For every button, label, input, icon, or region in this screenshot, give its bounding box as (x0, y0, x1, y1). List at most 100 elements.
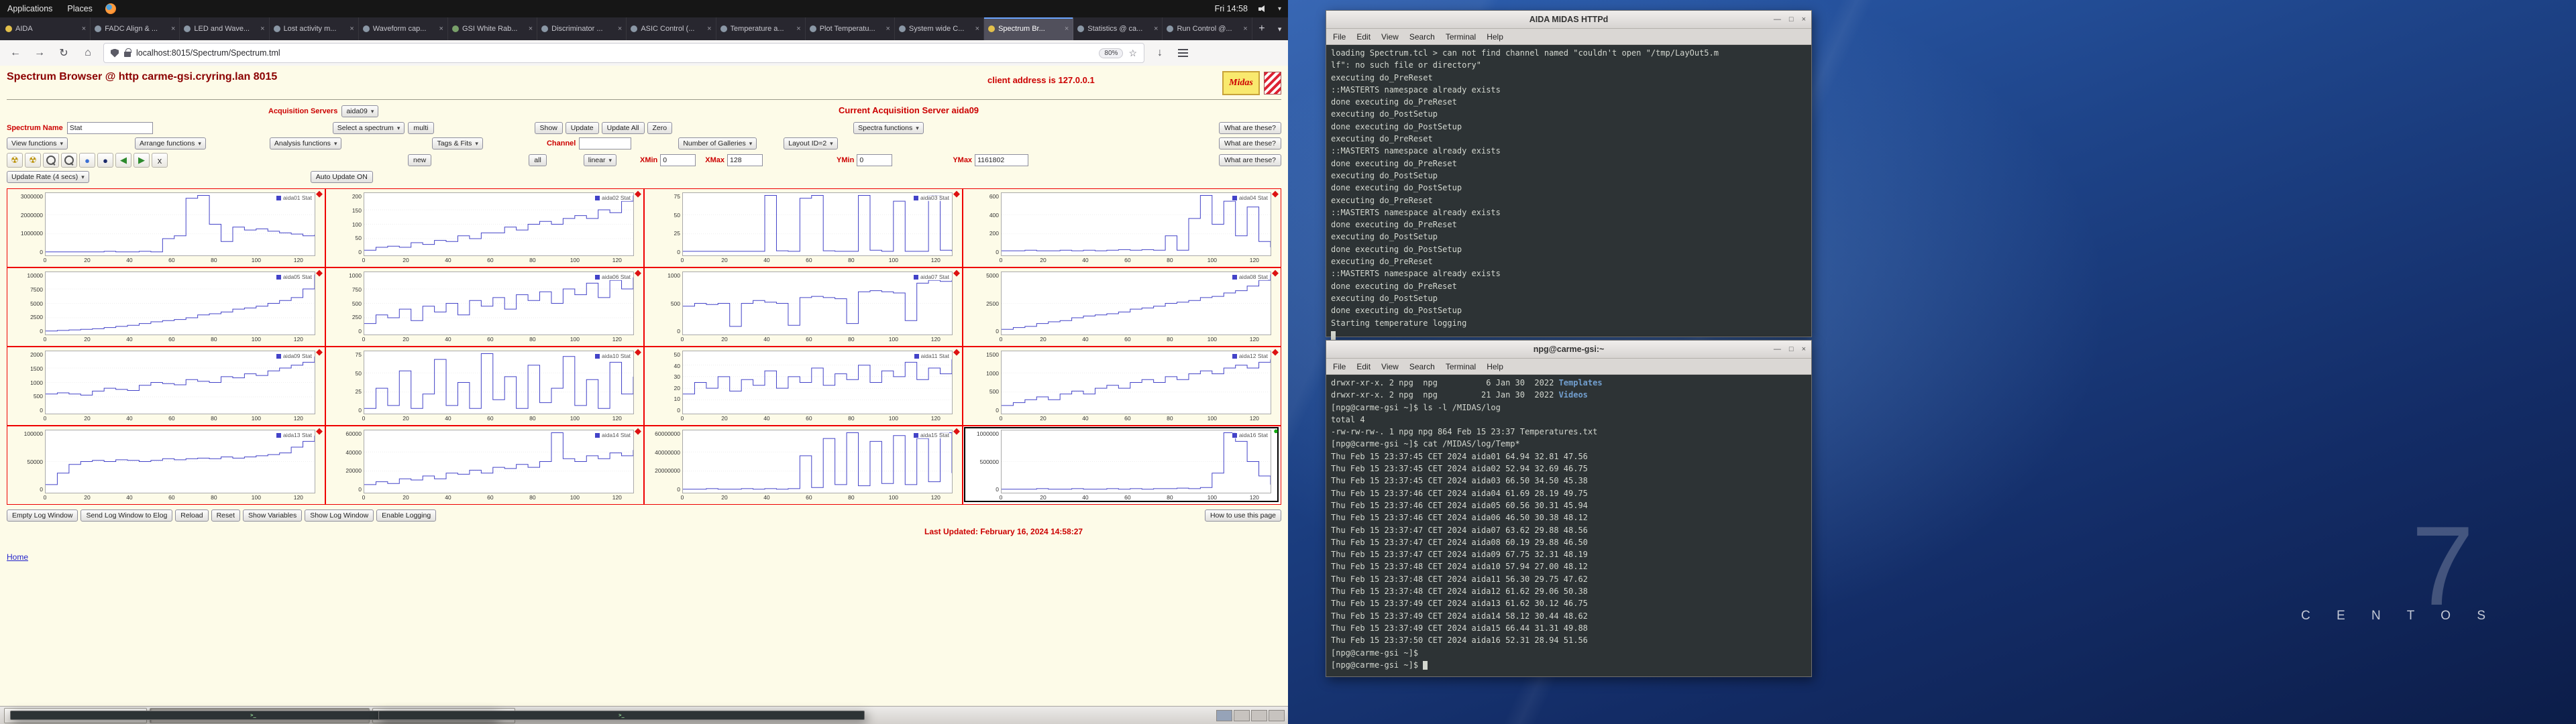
reload-button[interactable]: ↻ (55, 46, 72, 60)
terminal-window-npg-carme-gsi[interactable]: npg@carme-gsi:~ — □ × File Edit View Search… (1326, 340, 1812, 677)
red-diamond-marker[interactable]: ◆ (635, 347, 641, 356)
close-icon[interactable]: × (1802, 345, 1806, 353)
arrange-functions-dropdown[interactable]: Arrange functions (135, 137, 206, 149)
applications-menu[interactable]: Applications (0, 0, 60, 17)
spectrum-plot-aida14[interactable]: ◆ 60000 40000 20000 0 aida14 Stat 0 20 40 60 80 100… (325, 426, 644, 505)
what-are-these-button-2[interactable]: What are these? (1218, 137, 1281, 149)
workspace-switcher[interactable] (1216, 709, 1285, 721)
browser-tab[interactable]: System wide C... × (895, 17, 985, 40)
x-marker-button[interactable]: x (152, 153, 168, 168)
red-diamond-marker[interactable]: ◆ (635, 268, 641, 277)
taskbar-item[interactable]: >_npg@carme-gsi:~ (372, 707, 865, 723)
what-are-these-button-1[interactable]: What are these? (1218, 122, 1281, 134)
terminal-titlebar[interactable]: npg@carme-gsi:~ — □ × (1326, 341, 1811, 359)
tab-close-icon[interactable]: × (529, 25, 533, 33)
show-log-window-button[interactable]: Show Log Window (305, 509, 374, 522)
spectrum-name-input[interactable]: Stat (66, 122, 153, 134)
spectrum-plot-aida15[interactable]: ◆ 60000000 40000000 20000000 0 aida15 Stat 0 20… (644, 426, 963, 505)
browser-tab[interactable]: LED and Wave... × (180, 17, 270, 40)
red-diamond-marker[interactable]: ◆ (953, 347, 960, 356)
browser-tab[interactable]: Lost activity m... × (270, 17, 359, 40)
home-button[interactable]: ⌂ (79, 47, 97, 59)
red-diamond-marker[interactable]: ◆ (316, 268, 323, 277)
new-button[interactable]: new (408, 154, 432, 166)
radiation-icon-1[interactable]: ☢ (7, 153, 23, 168)
tab-close-icon[interactable]: × (1243, 25, 1247, 33)
menu-hamburger-icon[interactable] (1178, 52, 1188, 54)
maximize-icon[interactable]: □ (1789, 345, 1794, 353)
panel-clock[interactable]: Fri 14:58 (1215, 4, 1248, 13)
what-are-these-button-3[interactable]: What are these? (1218, 154, 1281, 166)
radiation-icon-2[interactable]: ☢ (25, 153, 41, 168)
zero-button[interactable]: Zero (647, 122, 673, 134)
terminal-titlebar[interactable]: AIDA MIDAS HTTPd — □ × (1326, 11, 1811, 29)
minimize-icon[interactable]: — (1774, 15, 1781, 23)
browser-tab[interactable]: Waveform cap... × (359, 17, 448, 40)
dark-sphere-icon[interactable]: ● (97, 153, 113, 168)
tab-close-icon[interactable]: × (350, 25, 354, 33)
zoom-in-icon[interactable] (43, 153, 59, 168)
red-diamond-marker[interactable]: ◆ (953, 268, 960, 277)
new-tab-button[interactable]: + (1252, 17, 1272, 40)
ymin-input[interactable]: 0 (857, 154, 893, 166)
spectrum-plot-aida09[interactable]: ◆ 2000 1500 1000 500 0 aida09 Stat 0 20 40 60 80 100… (7, 347, 325, 426)
tab-close-icon[interactable]: × (885, 25, 890, 33)
browser-tab[interactable]: Discriminator ... × (537, 17, 627, 40)
menu-help[interactable]: Help (1487, 32, 1503, 42)
lock-icon[interactable] (124, 48, 131, 57)
chevron-down-icon[interactable]: ▾ (1278, 5, 1281, 13)
red-diamond-marker[interactable]: ◆ (953, 426, 960, 435)
spectrum-plot-aida04[interactable]: ◆ 600 400 200 0 aida04 Stat 0 20 40 60 80 100 120 (963, 188, 1281, 267)
browser-tab[interactable]: Run Control @... × (1163, 17, 1252, 40)
send-log-window-to-elog-button[interactable]: Send Log Window to Elog (80, 509, 173, 522)
menu-help[interactable]: Help (1487, 362, 1503, 371)
select-spectrum-dropdown[interactable]: Select a spectrum (332, 122, 405, 134)
spectrum-plot-aida13[interactable]: ◆ 100000 50000 0 aida13 Stat 0 20 40 60 80 100 120 (7, 426, 325, 505)
red-diamond-marker[interactable]: ◆ (316, 189, 323, 198)
tab-close-icon[interactable]: × (707, 25, 711, 33)
zoom-indicator[interactable]: 80% (1099, 48, 1124, 58)
tags-fits-dropdown[interactable]: Tags & Fits (432, 137, 483, 149)
menu-file[interactable]: File (1333, 362, 1346, 371)
channel-input[interactable] (579, 137, 632, 149)
linear-dropdown[interactable]: linear (583, 154, 616, 166)
url-bar[interactable]: localhost:8015/Spectrum/Spectrum.tml 80%… (103, 43, 1144, 63)
menu-edit[interactable]: Edit (1356, 362, 1371, 371)
shield-icon[interactable] (111, 48, 119, 58)
spectrum-plot-aida03[interactable]: ◆ 75 50 25 0 aida03 Stat 0 20 40 60 80 100 120 (644, 188, 963, 267)
places-menu[interactable]: Places (60, 0, 100, 17)
forward-button[interactable]: → (31, 47, 48, 59)
red-diamond-marker[interactable]: ◆ (635, 426, 641, 435)
terminal-output[interactable]: drwxr-xr-x. 2 npg npg 6 Jan 30 2022 Temp… (1326, 375, 1811, 673)
view-functions-dropdown[interactable]: View functions (7, 137, 68, 149)
close-icon[interactable]: × (1802, 15, 1806, 23)
multi-button[interactable]: multi (408, 122, 434, 134)
blue-sphere-icon[interactable]: ● (79, 153, 95, 168)
reload-button[interactable]: Reload (175, 509, 209, 522)
red-diamond-marker[interactable]: ◆ (316, 347, 323, 356)
red-diamond-marker[interactable]: ◆ (953, 189, 960, 198)
spectrum-plot-aida08[interactable]: ◆ 5000 2500 0 aida08 Stat 0 20 40 60 80 100 120 (963, 267, 1281, 347)
tab-close-icon[interactable]: × (975, 25, 979, 33)
volume-icon[interactable] (1258, 5, 1267, 13)
browser-tab[interactable]: Plot Temperatu... × (806, 17, 895, 40)
reset-button[interactable]: Reset (211, 509, 241, 522)
all-button[interactable]: all (529, 154, 547, 166)
list-all-tabs-icon[interactable]: ▾ (1271, 17, 1288, 40)
menu-view[interactable]: View (1381, 362, 1399, 371)
analysis-functions-dropdown[interactable]: Analysis functions (269, 137, 342, 149)
menu-search[interactable]: Search (1409, 32, 1435, 42)
spectrum-plot-aida12[interactable]: ◆ 1500 1000 500 0 aida12 Stat 0 20 40 60 80 100 120 (963, 347, 1281, 426)
prev-arrow-icon[interactable]: ◀ (115, 153, 131, 168)
red-diamond-marker[interactable]: ◆ (1272, 189, 1279, 198)
tab-close-icon[interactable]: × (618, 25, 622, 33)
tab-close-icon[interactable]: × (82, 25, 86, 33)
terminal-output[interactable]: loading Spectrum.tcl > can not find chan… (1326, 45, 1811, 343)
acquisition-server-select[interactable]: aida09 (341, 105, 379, 117)
layout-id-dropdown[interactable]: Layout ID=2 (784, 137, 838, 149)
browser-tab[interactable]: Temperature a... × (716, 17, 806, 40)
tab-close-icon[interactable]: × (260, 25, 264, 33)
spectrum-plot-aida11[interactable]: ◆ 50 40 30 20 10 0 aida11 Stat 0 20 40 60 80 100 120 (644, 347, 963, 426)
tab-close-icon[interactable]: × (439, 25, 443, 33)
menu-view[interactable]: View (1381, 32, 1399, 42)
